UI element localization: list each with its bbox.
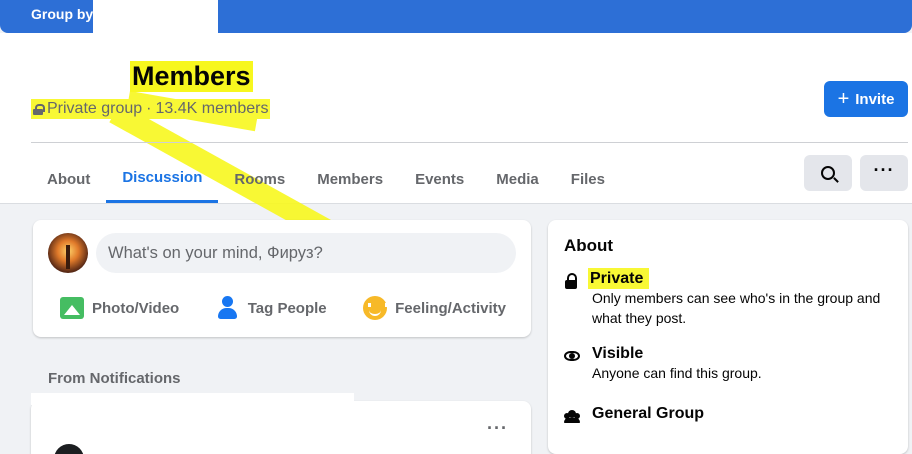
invite-button[interactable]: + Invite (824, 81, 908, 117)
lock-icon (564, 273, 580, 289)
search-button[interactable] (804, 155, 852, 191)
more-options-button[interactable]: ··· (860, 155, 908, 191)
private-description: Only members can see who's in the group … (592, 290, 881, 326)
eye-icon (564, 348, 580, 364)
page-title: Members (130, 61, 253, 92)
tab-members[interactable]: Members (301, 155, 399, 203)
plus-icon: + (837, 88, 850, 110)
whats-on-your-mind-input[interactable]: What's on your mind, Фируз? (96, 233, 516, 273)
photo-video-button[interactable]: Photo/Video (48, 288, 191, 328)
group-top-bar: Group by (0, 0, 912, 33)
about-visible-row: Visible Anyone can find this group. (564, 345, 892, 383)
redacted-block (93, 0, 218, 33)
group-icon (564, 408, 580, 424)
invite-label: Invite (855, 90, 895, 108)
composer-actions: Photo/Video Tag People Feeling/Activity (48, 288, 518, 328)
feeling-activity-button[interactable]: Feeling/Activity (351, 288, 518, 328)
lock-icon (33, 103, 45, 115)
feeling-activity-label: Feeling/Activity (395, 299, 506, 317)
redacted-block (31, 393, 354, 405)
tab-files[interactable]: Files (555, 155, 621, 203)
about-private-row: Private Only members can see who's in th… (564, 268, 892, 328)
group-tabs: About Discussion Rooms Members Events Me… (31, 155, 621, 205)
privacy-label: Private group (47, 100, 143, 117)
tag-people-button[interactable]: Tag People (204, 288, 339, 328)
notification-post-card (31, 401, 531, 454)
group-meta[interactable]: Private group · 13.4K members (31, 99, 271, 119)
tab-rooms[interactable]: Rooms (218, 155, 301, 203)
tab-events[interactable]: Events (399, 155, 480, 203)
member-count[interactable]: 13.4K members (156, 100, 269, 118)
tab-about[interactable]: About (31, 155, 106, 203)
tab-media[interactable]: Media (480, 155, 555, 203)
post-more-icon[interactable]: ··· (487, 418, 508, 439)
section-label: From Notifications (48, 370, 181, 387)
smiley-icon (363, 296, 389, 320)
photo-icon (60, 297, 84, 319)
private-title: Private (588, 268, 650, 289)
visible-description: Anyone can find this group. (592, 365, 762, 381)
photo-video-label: Photo/Video (92, 299, 180, 317)
header-divider (31, 142, 908, 143)
meta-separator: · (146, 100, 152, 117)
group-header: Members Private group · 13.4K members + … (0, 33, 912, 268)
search-icon (821, 166, 835, 180)
about-title: About (564, 236, 614, 255)
tab-discussion[interactable]: Discussion (106, 155, 219, 203)
more-icon: ··· (873, 160, 895, 180)
tag-people-label: Tag People (247, 299, 327, 317)
person-icon (216, 296, 240, 320)
privacy-highlight: Private group · 13.4K members (31, 99, 271, 119)
post-composer: What's on your mind, Фируз? Photo/Video … (33, 220, 531, 337)
group-by-label: Group by (31, 6, 94, 22)
about-type-row: General Group (564, 405, 704, 424)
visible-title: Visible (592, 345, 644, 362)
group-type-title: General Group (592, 405, 705, 422)
avatar[interactable] (48, 233, 88, 273)
